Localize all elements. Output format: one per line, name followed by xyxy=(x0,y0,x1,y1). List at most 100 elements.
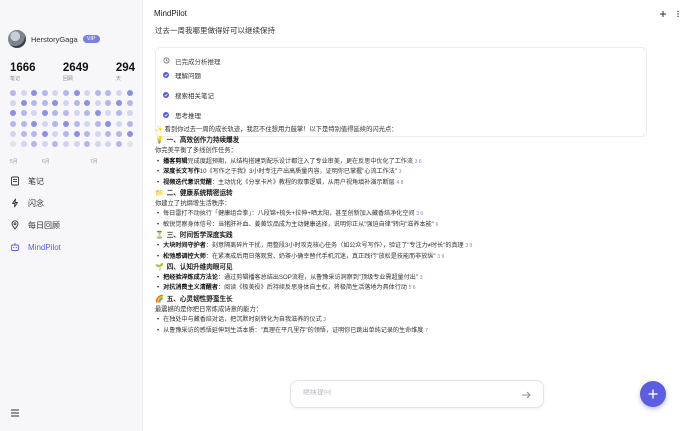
add-button[interactable] xyxy=(640,381,666,407)
heatmap-cell xyxy=(115,110,122,117)
heatmap-cell xyxy=(105,140,112,147)
check-icon xyxy=(163,112,169,118)
section-heading: 💡 一、高效创作力持续爆发 xyxy=(155,135,647,146)
heatmap-cell xyxy=(31,120,38,127)
sidebar-item-notes[interactable]: 笔记 xyxy=(10,176,61,186)
heatmap-cell xyxy=(41,140,48,147)
heatmap-cell xyxy=(105,100,112,107)
stat-notes: 1666 笔记 xyxy=(10,62,36,82)
sidebar-item-label: 笔记 xyxy=(28,176,44,186)
plus-icon[interactable] xyxy=(658,9,667,18)
step-label: 搜索相关笔记 xyxy=(175,93,214,100)
heatmap-cell xyxy=(94,130,101,137)
heatmap-cell xyxy=(31,130,38,137)
heatmap-cell xyxy=(41,100,48,107)
heatmap-cell xyxy=(115,140,122,147)
section-title: 四、认知升维肉眼可见 xyxy=(166,264,233,272)
chat-input[interactable] xyxy=(303,389,503,396)
flash-icon xyxy=(10,198,20,208)
section-heading: ⏳ 三、时间哲学深度实践 xyxy=(155,230,647,241)
stat-value: 1666 xyxy=(10,62,36,74)
sidebar-item-mindpilot[interactable]: MindPilot xyxy=(10,242,61,252)
chat-content[interactable]: 过去一周我哪里做得好可以继续保持 已完成分析推理 理解问题 搜索相关笔记 思考推… xyxy=(155,22,660,374)
avatar[interactable] xyxy=(8,30,26,48)
heatmap-cell xyxy=(41,120,48,127)
heatmap-cell xyxy=(73,130,80,137)
heatmap-cell xyxy=(115,130,122,137)
citation-ref[interactable]: 7 xyxy=(425,328,428,334)
list-item: 对抗消费主义清醒者：阅读《极美役》后持续反思身体自主权，将极简生活落地为具体行动… xyxy=(155,283,647,293)
citation-ref[interactable]: 3 xyxy=(323,317,326,323)
item-text: ：在紧凑成后用日落观赏、奶茶小确幸替代手机沉迷，真正践行"放松是技能而非放纵" xyxy=(205,252,436,260)
heatmap-cell xyxy=(84,140,91,147)
heatmap-cell xyxy=(94,100,101,107)
intro-label: 看到你过去一周的成长轨迹，我忍不住想用力鼓掌！以下是特别值得延续的闪光点： xyxy=(164,126,398,133)
item-text: ：主动优化《分享卡片》教程的叙事逻辑，从用户视角填补演示断层 xyxy=(211,178,395,186)
citation-ref[interactable]: 3 6 xyxy=(416,211,423,217)
heatmap-cell xyxy=(41,90,48,96)
heatmap-cell xyxy=(52,90,59,96)
heatmap-cell xyxy=(126,120,133,127)
heatmap-cell xyxy=(31,100,38,107)
heatmap-cell xyxy=(10,110,16,117)
heatmap-cell xyxy=(84,130,91,137)
heatmap-cell xyxy=(62,100,69,107)
section-title: 一、高效创作力持续爆发 xyxy=(166,137,240,145)
heatmap-cell xyxy=(52,130,59,137)
citation-ref[interactable]: 4 8 xyxy=(396,180,403,186)
hourglass-icon: ⏳ xyxy=(155,232,164,240)
heatmap-cell xyxy=(84,110,91,117)
section-lead: 你建立了抗熵增生活秩序： xyxy=(155,200,231,208)
sidebar-item-daily-review[interactable]: 每日回顾 xyxy=(10,220,61,230)
analysis-step: 思考推理 xyxy=(163,110,201,120)
stat-days: 294 天 xyxy=(116,62,135,82)
item-bold: 视频迭代意识觉醒 xyxy=(163,178,212,186)
citation-ref[interactable]: 3 xyxy=(399,169,402,175)
citation-ref[interactable]: 3 9 xyxy=(437,254,444,260)
user-profile[interactable]: HerstoryGaga VIP xyxy=(8,30,100,48)
heatmap-cell xyxy=(20,120,27,127)
list-item: 每日雷打不动执行「健康组合拳」：八段锦+梳头+拉伸+晒太阳，甚至创新加入藏香焙净… xyxy=(155,209,647,219)
heatmap-cell xyxy=(126,110,133,117)
heatmap-cell xyxy=(115,120,122,127)
check-icon xyxy=(163,72,169,78)
citation-ref[interactable]: 6 xyxy=(436,222,439,228)
hamburger-menu-icon[interactable] xyxy=(10,408,20,418)
lightbulb-icon: 💡 xyxy=(155,137,164,145)
item-text: ：阅读《极美役》后持续反思身体自主权，将极简生活落地为具体行动 xyxy=(217,284,407,292)
sparkle-icon: ✨ xyxy=(155,126,165,133)
citation-ref[interactable]: 3 6 xyxy=(415,159,422,165)
heatmap-cell xyxy=(115,100,122,107)
analysis-title: 已完成分析推理 xyxy=(175,59,221,66)
rainbow-icon: 🌈 xyxy=(155,295,164,303)
heatmap-cell xyxy=(10,90,16,96)
list-item: 把经验淬炼成方法论：通过剪辑播客总结出SOP流程，从鲁豫采访洞察到"顶级专业需超… xyxy=(155,273,647,283)
chat-input-box xyxy=(290,380,544,408)
sidebar-nav: 笔记 闪念 每日回顾 MindPilot xyxy=(10,176,61,252)
step-label: 理解问题 xyxy=(175,73,201,80)
analysis-header[interactable]: 已完成分析推理 xyxy=(163,56,221,66)
heatmap-cell xyxy=(73,100,80,107)
section-lead: 你完美平衡了多线创作任务： xyxy=(155,147,237,155)
item-text: 敏锐觉察身体信号：当猪肝补血、姜黄饮品成为主动健康选择，说明你正从"强迫自律"转… xyxy=(163,220,434,228)
heatmap-cell xyxy=(52,140,59,147)
sidebar-item-flash[interactable]: 闪念 xyxy=(10,198,61,208)
citation-ref[interactable]: 3 xyxy=(420,275,423,281)
item-bold: 松弛感调控大师 xyxy=(163,252,206,260)
heatmap-cell xyxy=(20,140,27,147)
sidebar-item-label: MindPilot xyxy=(28,242,61,252)
send-arrow-icon[interactable] xyxy=(521,390,531,400)
heatmap-cell xyxy=(94,140,101,147)
item-text: 在独处中与藏香焙对话，把沉默时刻转化为自我滋养的仪式 xyxy=(163,316,322,324)
month-label: 7月 xyxy=(90,159,98,165)
more-vertical-icon[interactable] xyxy=(673,9,682,18)
citation-ref[interactable]: 3 9 xyxy=(465,243,472,249)
citation-ref[interactable]: 5 6 xyxy=(409,285,416,291)
section-heading: 📁 二、健康系统精密运转 xyxy=(155,188,647,199)
list-item: 在独处中与藏香焙对话，把沉默时刻转化为自我滋养的仪式 3 xyxy=(155,315,647,325)
heatmap-month-labels: 5月 6月 7月 xyxy=(10,158,135,166)
username: HerstoryGaga xyxy=(31,34,78,44)
heatmap-cell xyxy=(105,120,112,127)
heatmap-cell xyxy=(41,130,48,137)
list-item: 从鲁豫采访的感悟延伸到生活本质："真理在平凡里存"的领悟，证明你已跳出单纯记录的… xyxy=(155,326,647,336)
